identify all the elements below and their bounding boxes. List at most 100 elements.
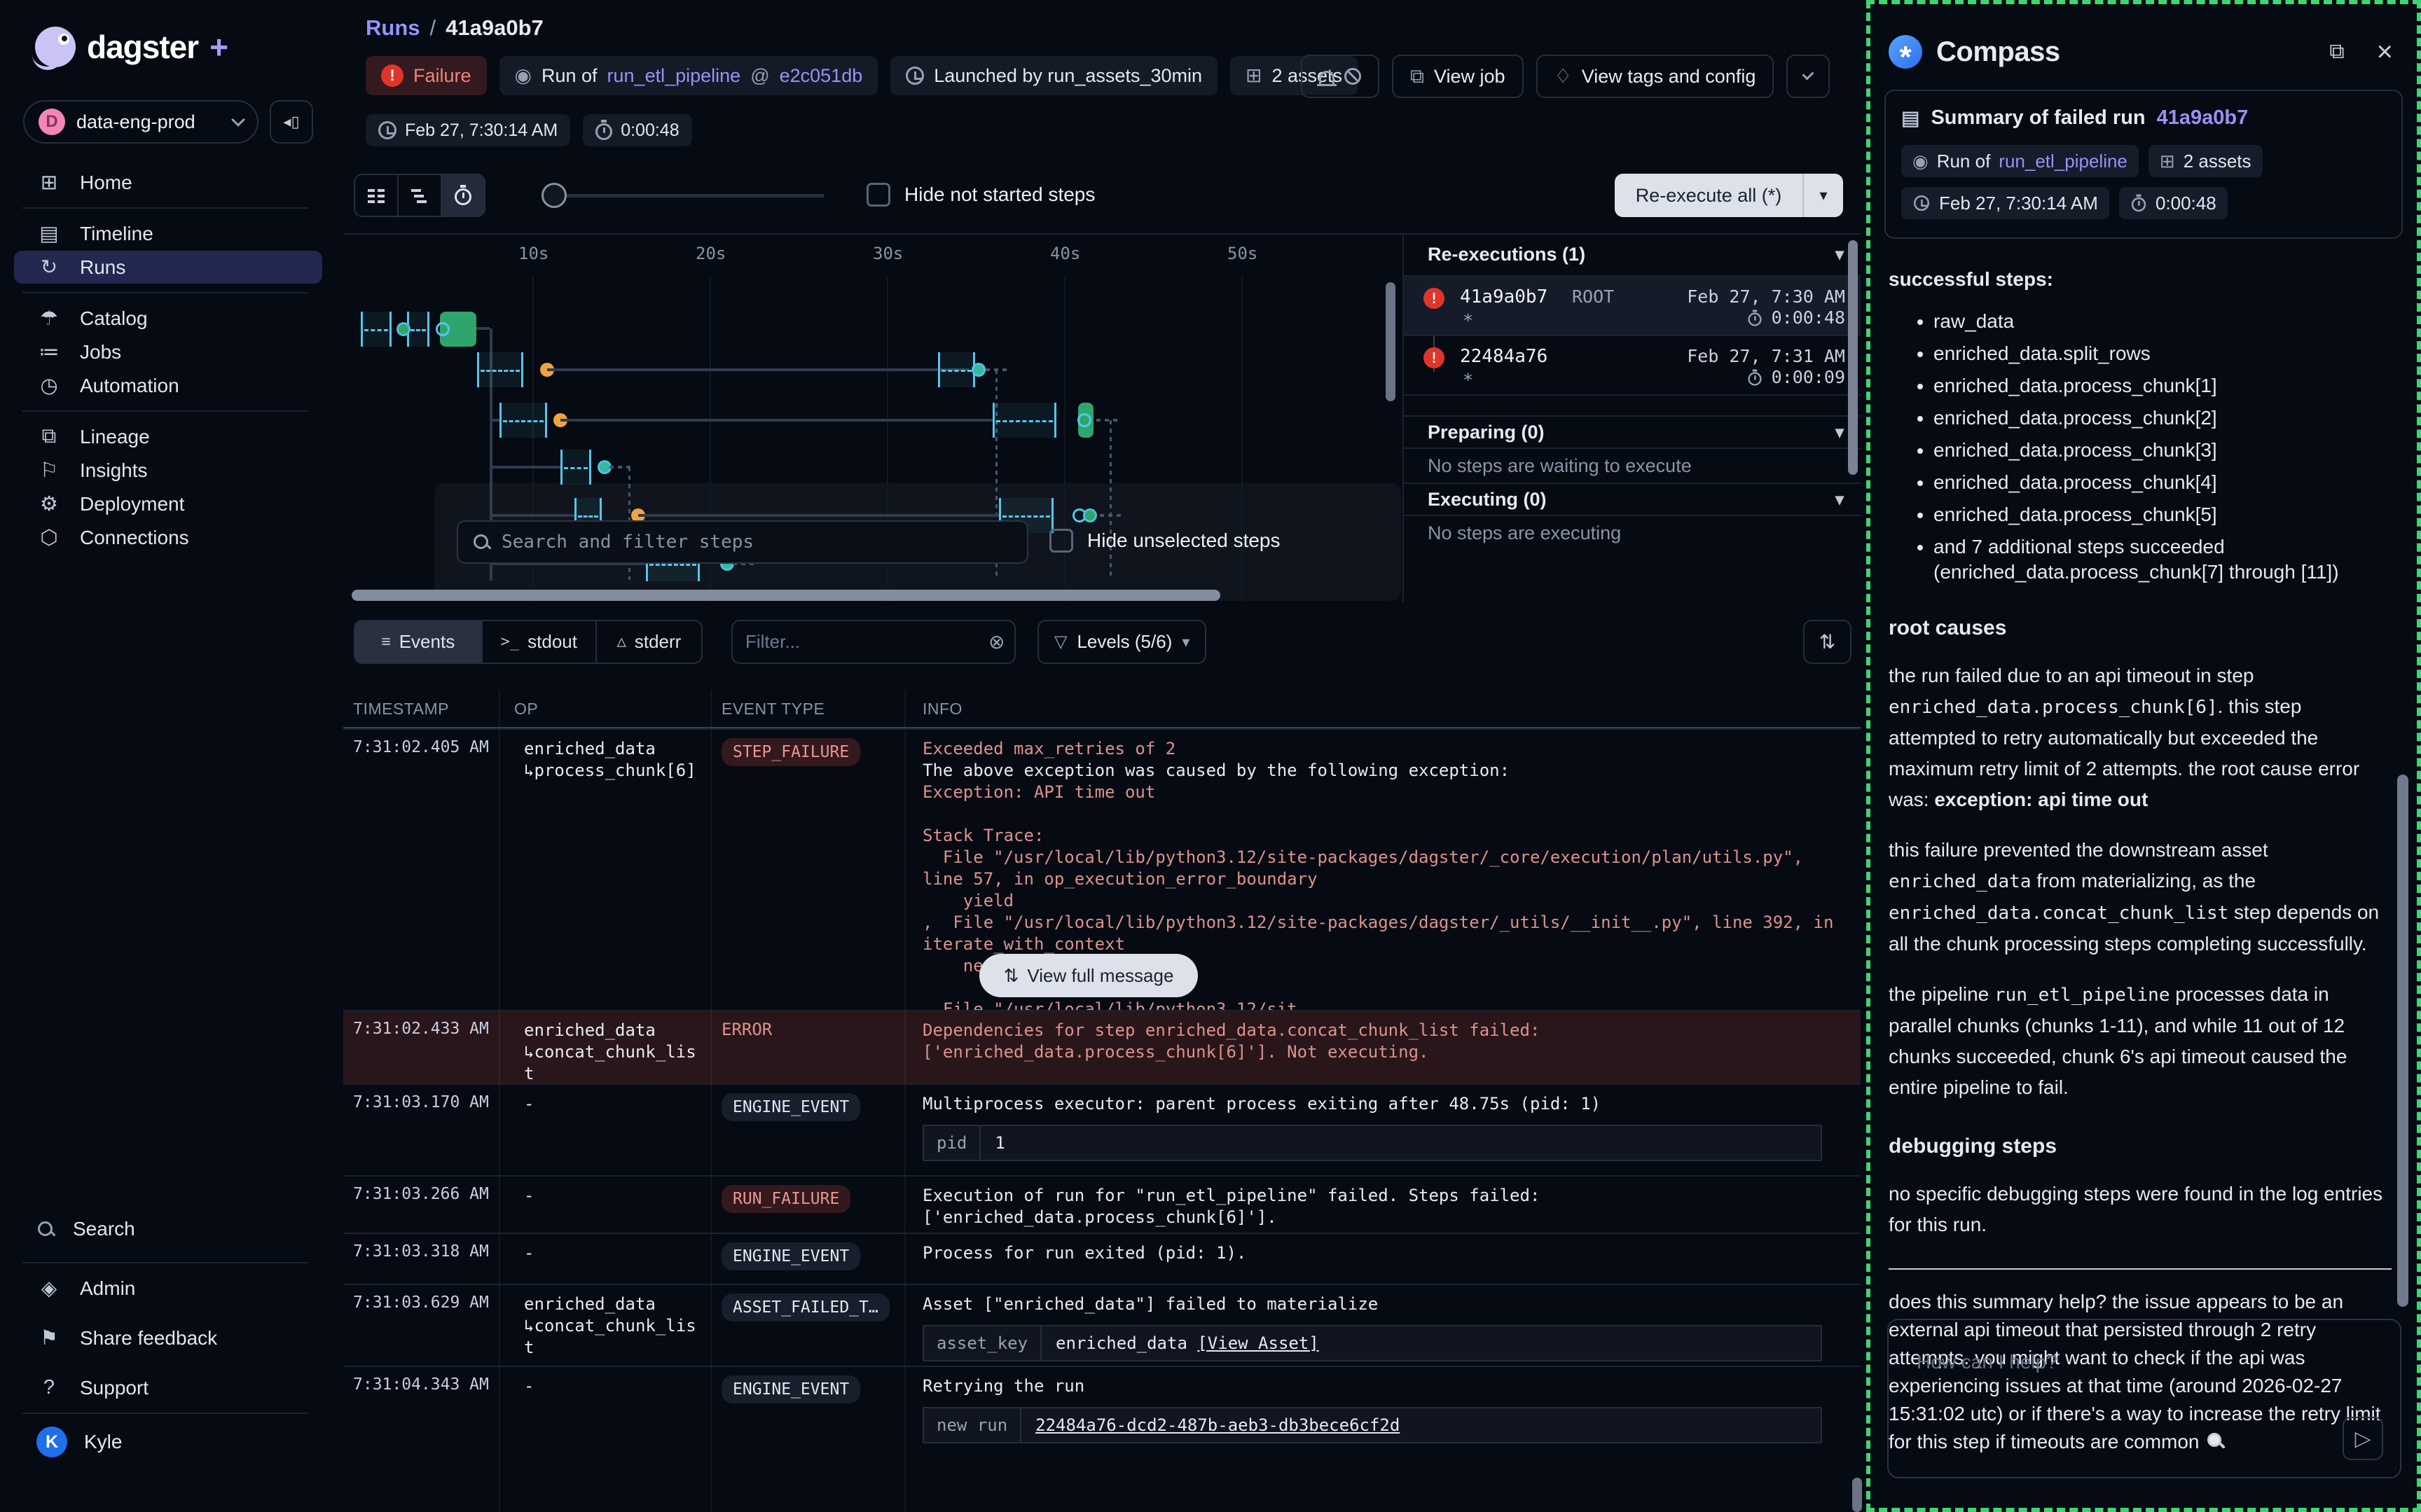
start-time-label: Feb 27, 7:30:14 AM [405, 120, 558, 141]
waterfall-view-toggle[interactable] [399, 175, 442, 216]
view-job-label: View job [1434, 66, 1505, 88]
sidebar-item-insights[interactable]: ⚐Insights [14, 454, 322, 487]
sidebar-item-home[interactable]: ⊞Home [14, 166, 322, 199]
gantt-step-bar[interactable] [938, 352, 975, 387]
compass-chat-input[interactable] [1889, 1320, 2400, 1477]
workspace-selector[interactable]: D data-eng-prod [23, 100, 258, 144]
more-actions-button[interactable] [1786, 55, 1830, 98]
events-scrollbar[interactable] [1852, 1478, 1862, 1512]
sidebar-item-lineage[interactable]: ⧉Lineage [14, 420, 322, 453]
view-full-message-button[interactable]: ⇅ View full message [979, 954, 1198, 997]
send-button[interactable]: ▷ [2343, 1417, 2383, 1460]
zoom-slider-thumb[interactable] [542, 183, 567, 208]
summary-run-id-link[interactable]: 41a9a0b7 [2157, 106, 2249, 130]
close-icon[interactable]: × [2377, 38, 2393, 66]
event-log-row[interactable]: 7:31:03.266 AM-RUN_FAILUREExecution of r… [343, 1175, 1861, 1233]
event-timestamp: 7:31:02.405 AM [343, 730, 500, 1010]
event-log-row[interactable]: 7:31:03.629 AMenriched_data↳concat_chunk… [343, 1284, 1861, 1366]
view-tags-config-button[interactable]: ♢ View tags and config [1536, 55, 1774, 98]
gantt-horizontal-scrollbar[interactable] [352, 590, 1220, 601]
sidebar-item-search[interactable]: Search [14, 1212, 322, 1245]
gantt-step-bar[interactable] [361, 312, 392, 347]
metadata-link[interactable]: [View Asset] [1197, 1333, 1318, 1353]
col-event-type[interactable]: EVENT TYPE [712, 690, 906, 727]
dagster-logo[interactable]: dagster + [35, 27, 228, 67]
gantt-step-dot[interactable] [972, 363, 986, 377]
log-filter-input[interactable] [745, 631, 980, 653]
event-log-row[interactable]: 7:31:03.318 AM-ENGINE_EVENTProcess for r… [343, 1233, 1861, 1284]
tab-stdout[interactable]: >_stdout [483, 621, 597, 663]
col-op[interactable]: OP [500, 690, 712, 727]
gantt-vertical-scrollbar[interactable] [1386, 282, 1395, 401]
alerts-button[interactable] [1301, 55, 1379, 98]
gantt-step-dot[interactable] [396, 322, 411, 336]
view-job-button[interactable]: ⧉ View job [1392, 55, 1524, 98]
commit-link[interactable]: e2c051db [780, 65, 863, 87]
gantt-step-bar[interactable] [993, 403, 1056, 438]
open-new-icon[interactable]: ⧉ [2329, 40, 2344, 64]
breadcrumb-runs-link[interactable]: Runs [366, 15, 420, 40]
gantt-step-bar[interactable] [477, 352, 523, 387]
event-metadata-table: new run22484a76-dcd2-487b-aeb3-db3bece6c… [923, 1407, 1822, 1443]
sidebar-item-share-feedback[interactable]: ⚑Share feedback [14, 1322, 322, 1354]
collapse-sidebar-button[interactable]: ◂▯ [270, 100, 313, 144]
expand-logs-button[interactable]: ⇅ [1803, 620, 1851, 664]
sidebar-item-support[interactable]: ?Support [14, 1371, 322, 1404]
reexecute-all-label: Re-execute all (*) [1615, 185, 1802, 207]
run-id[interactable]: 22484a76 [1460, 346, 1547, 367]
run-id[interactable]: 41a9a0b7 [1460, 286, 1547, 307]
axis-tick-label: 40s [1050, 244, 1080, 263]
flat-view-toggle[interactable] [355, 175, 399, 216]
gantt-step-bar[interactable] [499, 403, 547, 438]
metadata-link[interactable]: 22484a76-dcd2-487b-aeb3-db3bece6cf2d [1035, 1415, 1400, 1435]
compass-scrollbar[interactable] [2397, 775, 2408, 1307]
event-log-row[interactable]: 7:31:03.170 AM-ENGINE_EVENTMultiprocess … [343, 1083, 1861, 1175]
timed-view-toggle[interactable] [442, 175, 484, 216]
sidebar-item-runs[interactable]: ↻Runs [14, 251, 322, 284]
col-timestamp[interactable]: TIMESTAMP [343, 690, 500, 727]
event-type-badge: STEP_FAILURE [722, 738, 860, 766]
sidebar-item-connections[interactable]: ⬡Connections [14, 521, 322, 554]
root-cause-paragraph: the run failed due to an api timeout in … [1889, 660, 2392, 815]
reexec-run-row[interactable]: ! 41a9a0b7 ROOT Feb 27, 7:30 AM * 0:00:4… [1404, 277, 1861, 336]
preparing-section-header[interactable]: Preparing (0) ▾ [1404, 415, 1861, 449]
caret-down-icon: ▾ [1819, 186, 1827, 204]
clear-circle-icon[interactable]: ⊗ [988, 632, 1005, 652]
log-filter-box[interactable]: ⊗ [731, 620, 1016, 664]
executing-section-header[interactable]: Executing (0) ▾ [1404, 483, 1861, 516]
pipeline-link[interactable]: run_etl_pipeline [607, 65, 741, 87]
step-search-input[interactable] [502, 532, 1013, 553]
reexec-run-row[interactable]: ! 22484a76 Feb 27, 7:31 AM * 0:00:09 [1404, 336, 1861, 396]
reexecutions-header[interactable]: Re-executions (1) ▾ [1404, 233, 1861, 277]
sidebar-item-timeline[interactable]: ▤Timeline [14, 217, 322, 250]
event-log-row[interactable]: 7:31:04.343 AM-ENGINE_EVENTRetrying the … [343, 1366, 1861, 1512]
gantt-step-bar[interactable] [560, 450, 591, 485]
gantt-step-dot[interactable] [1083, 508, 1097, 522]
pipeline-link[interactable]: run_etl_pipeline [1999, 151, 2127, 172]
sidebar-item-deployment[interactable]: ⚙Deployment [14, 487, 322, 520]
sidebar-item-catalog[interactable]: ☂Catalog [14, 302, 322, 335]
sidebar-item-automation[interactable]: ◷Automation [14, 369, 322, 402]
step-search-box[interactable] [457, 520, 1028, 564]
tab-stderr[interactable]: △stderr [597, 621, 701, 663]
gantt-step-dot[interactable] [436, 322, 450, 336]
hide-not-started-checkbox[interactable] [867, 183, 890, 207]
zoom-slider-track[interactable] [553, 194, 825, 197]
sidebar-item-label: Jobs [80, 341, 121, 363]
user-menu[interactable]: KKyle [0, 1422, 336, 1462]
reexec-panel-scrollbar[interactable] [1848, 240, 1858, 475]
reexecute-all-button[interactable]: Re-execute all (*) ▾ [1615, 174, 1843, 217]
col-info[interactable]: INFO [906, 690, 1861, 727]
sidebar-item-jobs[interactable]: ≔Jobs [14, 335, 322, 368]
run-duration: 0:00:09 [1746, 367, 1845, 387]
sidebar-item-label: Insights [80, 459, 148, 482]
sidebar-item-admin[interactable]: ◈Admin [14, 1272, 322, 1305]
levels-filter-button[interactable]: ▽ Levels (5/6) ▾ [1037, 620, 1206, 664]
hide-unselected-checkbox[interactable] [1049, 529, 1073, 553]
tab-events[interactable]: ≡Events [355, 621, 483, 663]
reexecute-dropdown[interactable]: ▾ [1802, 174, 1843, 217]
event-log-row[interactable]: 7:31:02.433 AMenriched_data↳concat_chunk… [343, 1010, 1861, 1083]
assets-grid-icon: ⊞ [1246, 66, 1262, 85]
gantt-chart[interactable]: Hide unselected steps [343, 277, 1402, 602]
gantt-step-dot[interactable] [1077, 413, 1091, 427]
